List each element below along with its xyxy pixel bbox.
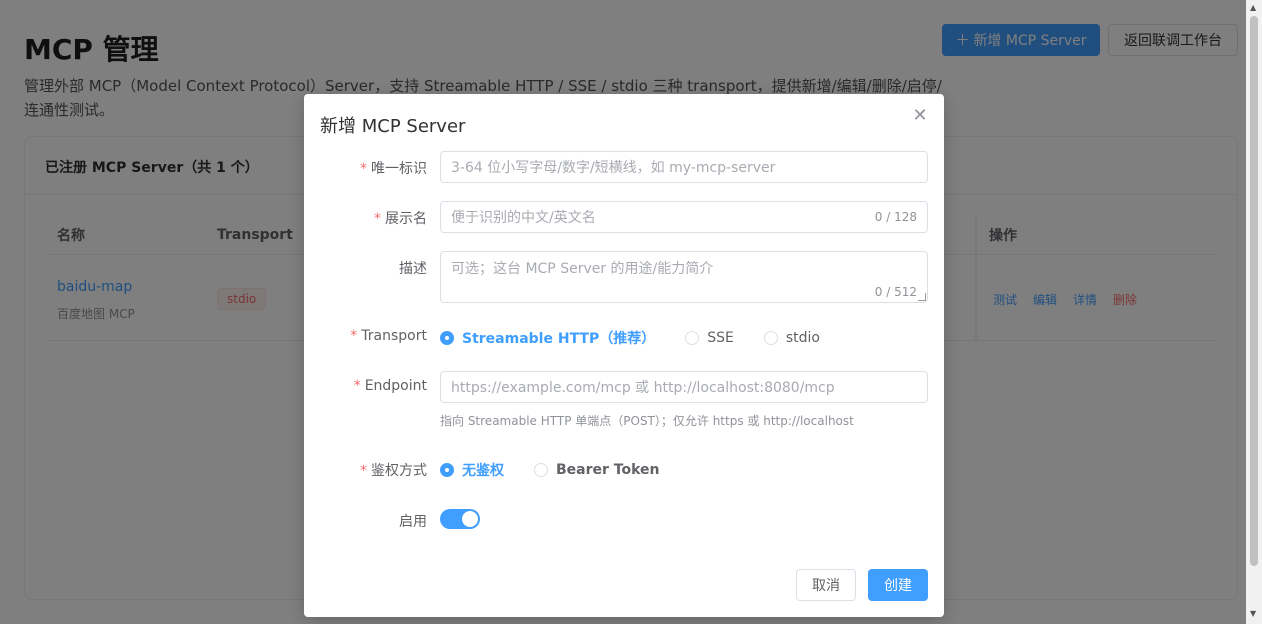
transport-radio-group: Streamable HTTP（推荐） SSE stdio bbox=[440, 328, 850, 348]
required-asterisk: * bbox=[360, 161, 367, 177]
radio-icon bbox=[685, 331, 700, 345]
description-label: 描述 bbox=[399, 261, 427, 277]
radio-icon bbox=[534, 463, 548, 477]
auth-option-none[interactable]: 无鉴权 bbox=[440, 460, 504, 480]
scroll-thumb[interactable] bbox=[1250, 16, 1258, 566]
endpoint-label: * Endpoint bbox=[353, 378, 427, 394]
close-icon[interactable]: ✕ bbox=[910, 106, 930, 126]
radio-checked-icon bbox=[440, 331, 454, 345]
id-placeholder: 3-64 位小写字母/数字/短横线，如 my-mcp-server bbox=[451, 160, 776, 176]
enabled-switch[interactable] bbox=[440, 509, 480, 529]
auth-radio-group: 无鉴权 Bearer Token bbox=[440, 460, 690, 480]
create-button[interactable]: 创建 bbox=[868, 569, 928, 601]
cancel-button[interactable]: 取消 bbox=[796, 569, 856, 601]
radio-checked-icon bbox=[440, 463, 454, 477]
description-textarea[interactable]: 可选；这台 MCP Server 的用途/能力简介 0 / 512 bbox=[440, 251, 928, 303]
radio-icon bbox=[763, 331, 778, 345]
page-scrollbar[interactable]: ▲ ▼ bbox=[1246, 0, 1262, 624]
required-asterisk: * bbox=[360, 463, 367, 479]
description-placeholder: 可选；这台 MCP Server 的用途/能力简介 bbox=[451, 261, 714, 277]
display-name-label: * 展示名 bbox=[374, 211, 427, 227]
endpoint-placeholder: https://example.com/mcp 或 http://localho… bbox=[451, 380, 835, 396]
transport-label: * Transport bbox=[350, 328, 427, 344]
auth-option-bearer-token[interactable]: Bearer Token bbox=[534, 462, 660, 478]
description-counter: 0 / 512 bbox=[874, 285, 917, 299]
id-input[interactable]: 3-64 位小写字母/数字/短横线，如 my-mcp-server bbox=[440, 151, 928, 183]
scroll-up-arrow-icon[interactable]: ▲ bbox=[1250, 3, 1256, 12]
transport-option-streamable-http[interactable]: Streamable HTTP（推荐） bbox=[440, 328, 655, 348]
display-name-placeholder: 便于识别的中文/英文名 bbox=[451, 210, 596, 226]
add-mcp-server-dialog: 新增 MCP Server ✕ * 唯一标识 3-64 位小写字母/数字/短横线，… bbox=[304, 94, 944, 617]
auth-label: * 鉴权方式 bbox=[360, 463, 427, 479]
required-asterisk: * bbox=[374, 211, 381, 227]
resize-handle-icon[interactable] bbox=[918, 293, 926, 301]
transport-option-sse[interactable]: SSE bbox=[685, 330, 734, 346]
endpoint-hint: 指向 Streamable HTTP 单端点（POST）；仅允许 https 或… bbox=[440, 414, 854, 428]
required-asterisk: * bbox=[350, 328, 358, 344]
enabled-label: 启用 bbox=[399, 514, 427, 530]
endpoint-input[interactable]: https://example.com/mcp 或 http://localho… bbox=[440, 371, 928, 403]
transport-option-stdio[interactable]: stdio bbox=[763, 330, 820, 346]
required-asterisk: * bbox=[353, 378, 361, 394]
display-name-counter: 0 / 128 bbox=[874, 210, 917, 224]
dialog-title: 新增 MCP Server bbox=[320, 116, 466, 137]
scroll-down-arrow-icon[interactable]: ▼ bbox=[1250, 609, 1256, 618]
id-label: * 唯一标识 bbox=[360, 161, 427, 177]
display-name-input[interactable]: 便于识别的中文/英文名 0 / 128 bbox=[440, 201, 928, 233]
